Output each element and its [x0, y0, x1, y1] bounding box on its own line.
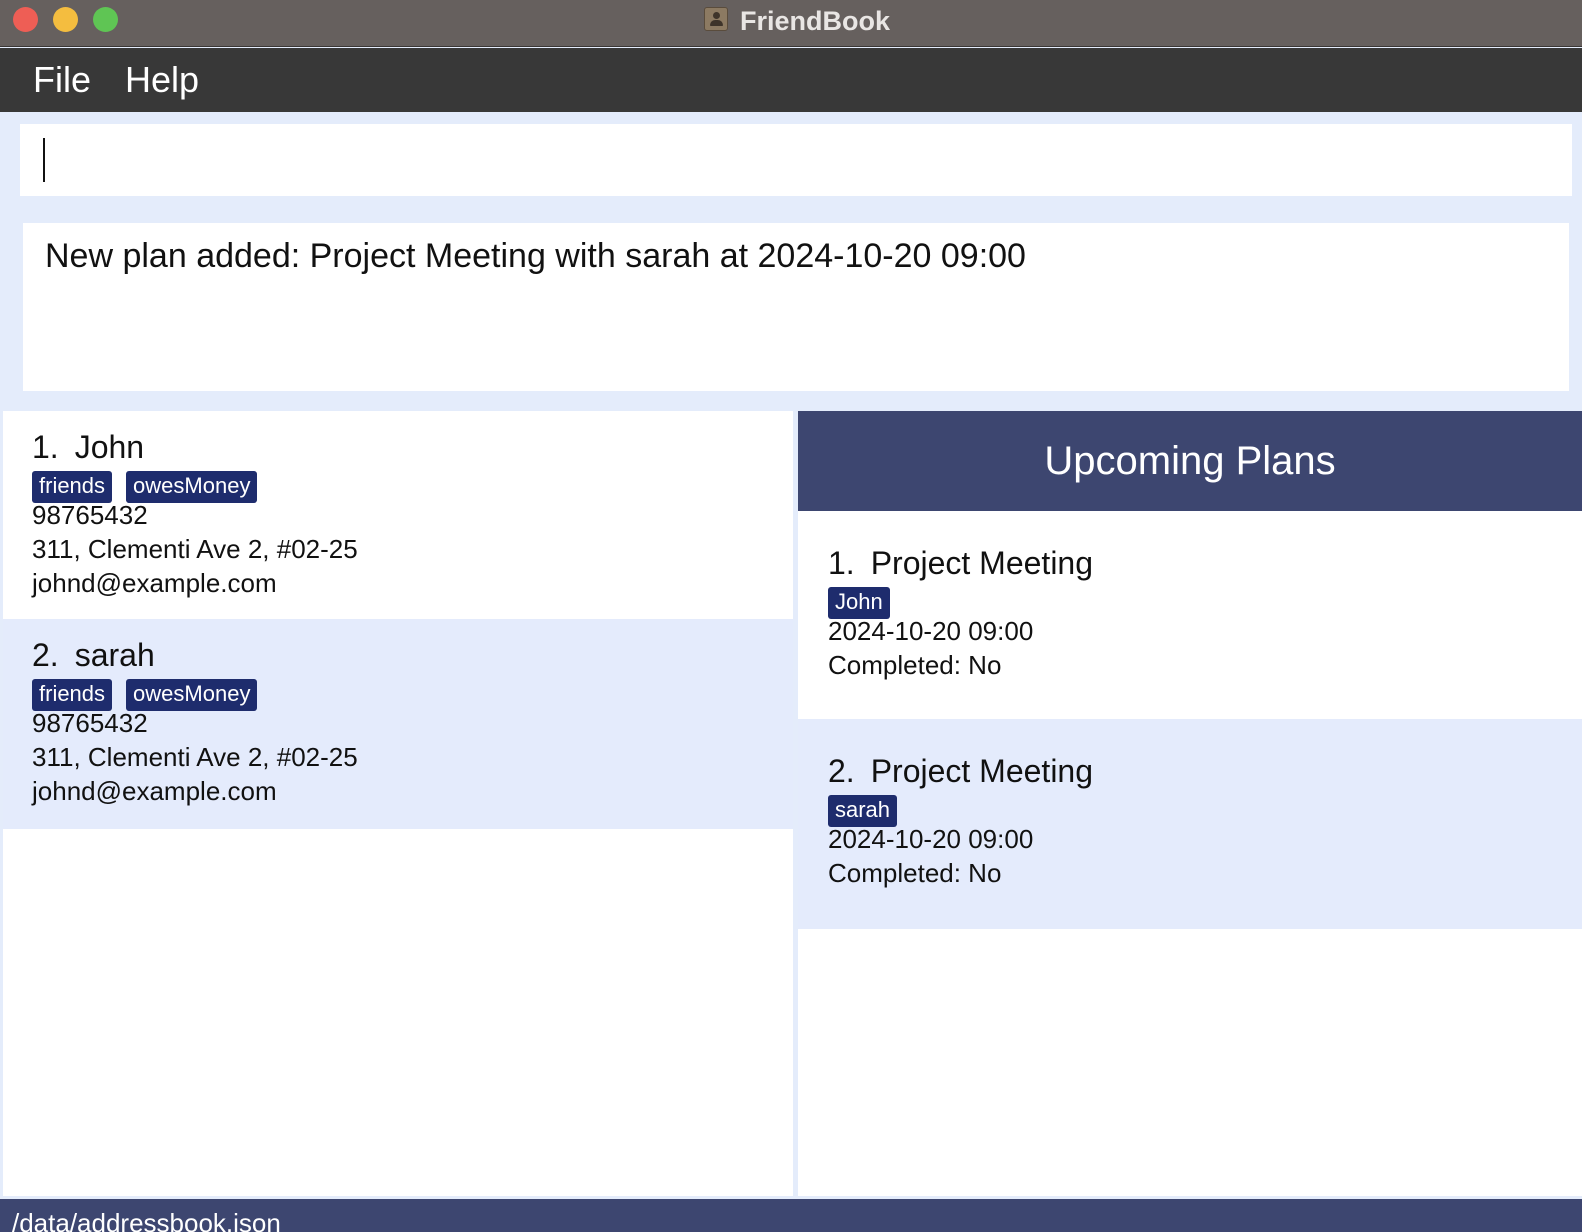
plan-name: Project Meeting: [870, 545, 1094, 581]
person-name: John: [74, 429, 145, 465]
minimize-window-button[interactable]: [53, 7, 78, 32]
plan-completed: Completed: No: [828, 650, 1002, 680]
close-window-button[interactable]: [13, 7, 38, 32]
person-title: 2. sarah: [32, 635, 155, 675]
title-bar: FriendBook: [0, 0, 1582, 47]
person-index: 1.: [32, 429, 59, 465]
window-title: FriendBook: [740, 6, 891, 36]
plan-name: Project Meeting: [870, 753, 1094, 789]
plan-title: 1. Project Meeting: [828, 543, 1093, 583]
person-list[interactable]: 1. John friends owesMoney 98765432 311, C…: [3, 411, 793, 1196]
command-input[interactable]: [20, 124, 1572, 196]
person-card[interactable]: 1. John friends owesMoney 98765432 311, C…: [3, 411, 793, 621]
status-bar: /data/addressbook.json: [0, 1199, 1582, 1232]
text-caret: [43, 138, 45, 182]
person-email: johnd@example.com: [32, 776, 277, 806]
plan-card[interactable]: 2. Project Meeting sarah 2024-10-20 09:00…: [798, 719, 1582, 929]
person-title: 1. John: [32, 427, 144, 467]
plan-index: 1.: [828, 545, 855, 581]
person-index: 2.: [32, 637, 59, 673]
person-phone: 98765432: [32, 708, 148, 738]
person-email: johnd@example.com: [32, 568, 277, 598]
person-card[interactable]: 2. sarah friends owesMoney 98765432 311, …: [3, 619, 793, 829]
plan-list[interactable]: Upcoming Plans 1. Project Meeting John 20…: [798, 411, 1582, 1196]
result-display: New plan added: Project Meeting with sar…: [23, 223, 1569, 391]
maximize-window-button[interactable]: [93, 7, 118, 32]
plan-datetime: 2024-10-20 09:00: [828, 616, 1034, 646]
person-name: sarah: [74, 637, 155, 673]
person-phone: 98765432: [32, 500, 148, 530]
menu-help[interactable]: Help: [125, 58, 199, 102]
save-location: /data/addressbook.json: [12, 1208, 281, 1232]
plans-header-title: Upcoming Plans: [1044, 439, 1336, 483]
person-address: 311, Clementi Ave 2, #02-25: [32, 742, 358, 772]
plan-datetime: 2024-10-20 09:00: [828, 824, 1034, 854]
plan-title: 2. Project Meeting: [828, 751, 1093, 791]
plan-completed: Completed: No: [828, 858, 1002, 888]
person-address: 311, Clementi Ave 2, #02-25: [32, 534, 358, 564]
menu-file[interactable]: File: [33, 58, 91, 102]
plans-header: Upcoming Plans: [798, 411, 1582, 511]
plan-card[interactable]: 1. Project Meeting John 2024-10-20 09:00 …: [798, 511, 1582, 721]
menu-bar: File Help: [0, 48, 1582, 112]
result-message: New plan added: Project Meeting with sar…: [45, 237, 1026, 275]
plan-index: 2.: [828, 753, 855, 789]
app-icon: [704, 7, 728, 31]
